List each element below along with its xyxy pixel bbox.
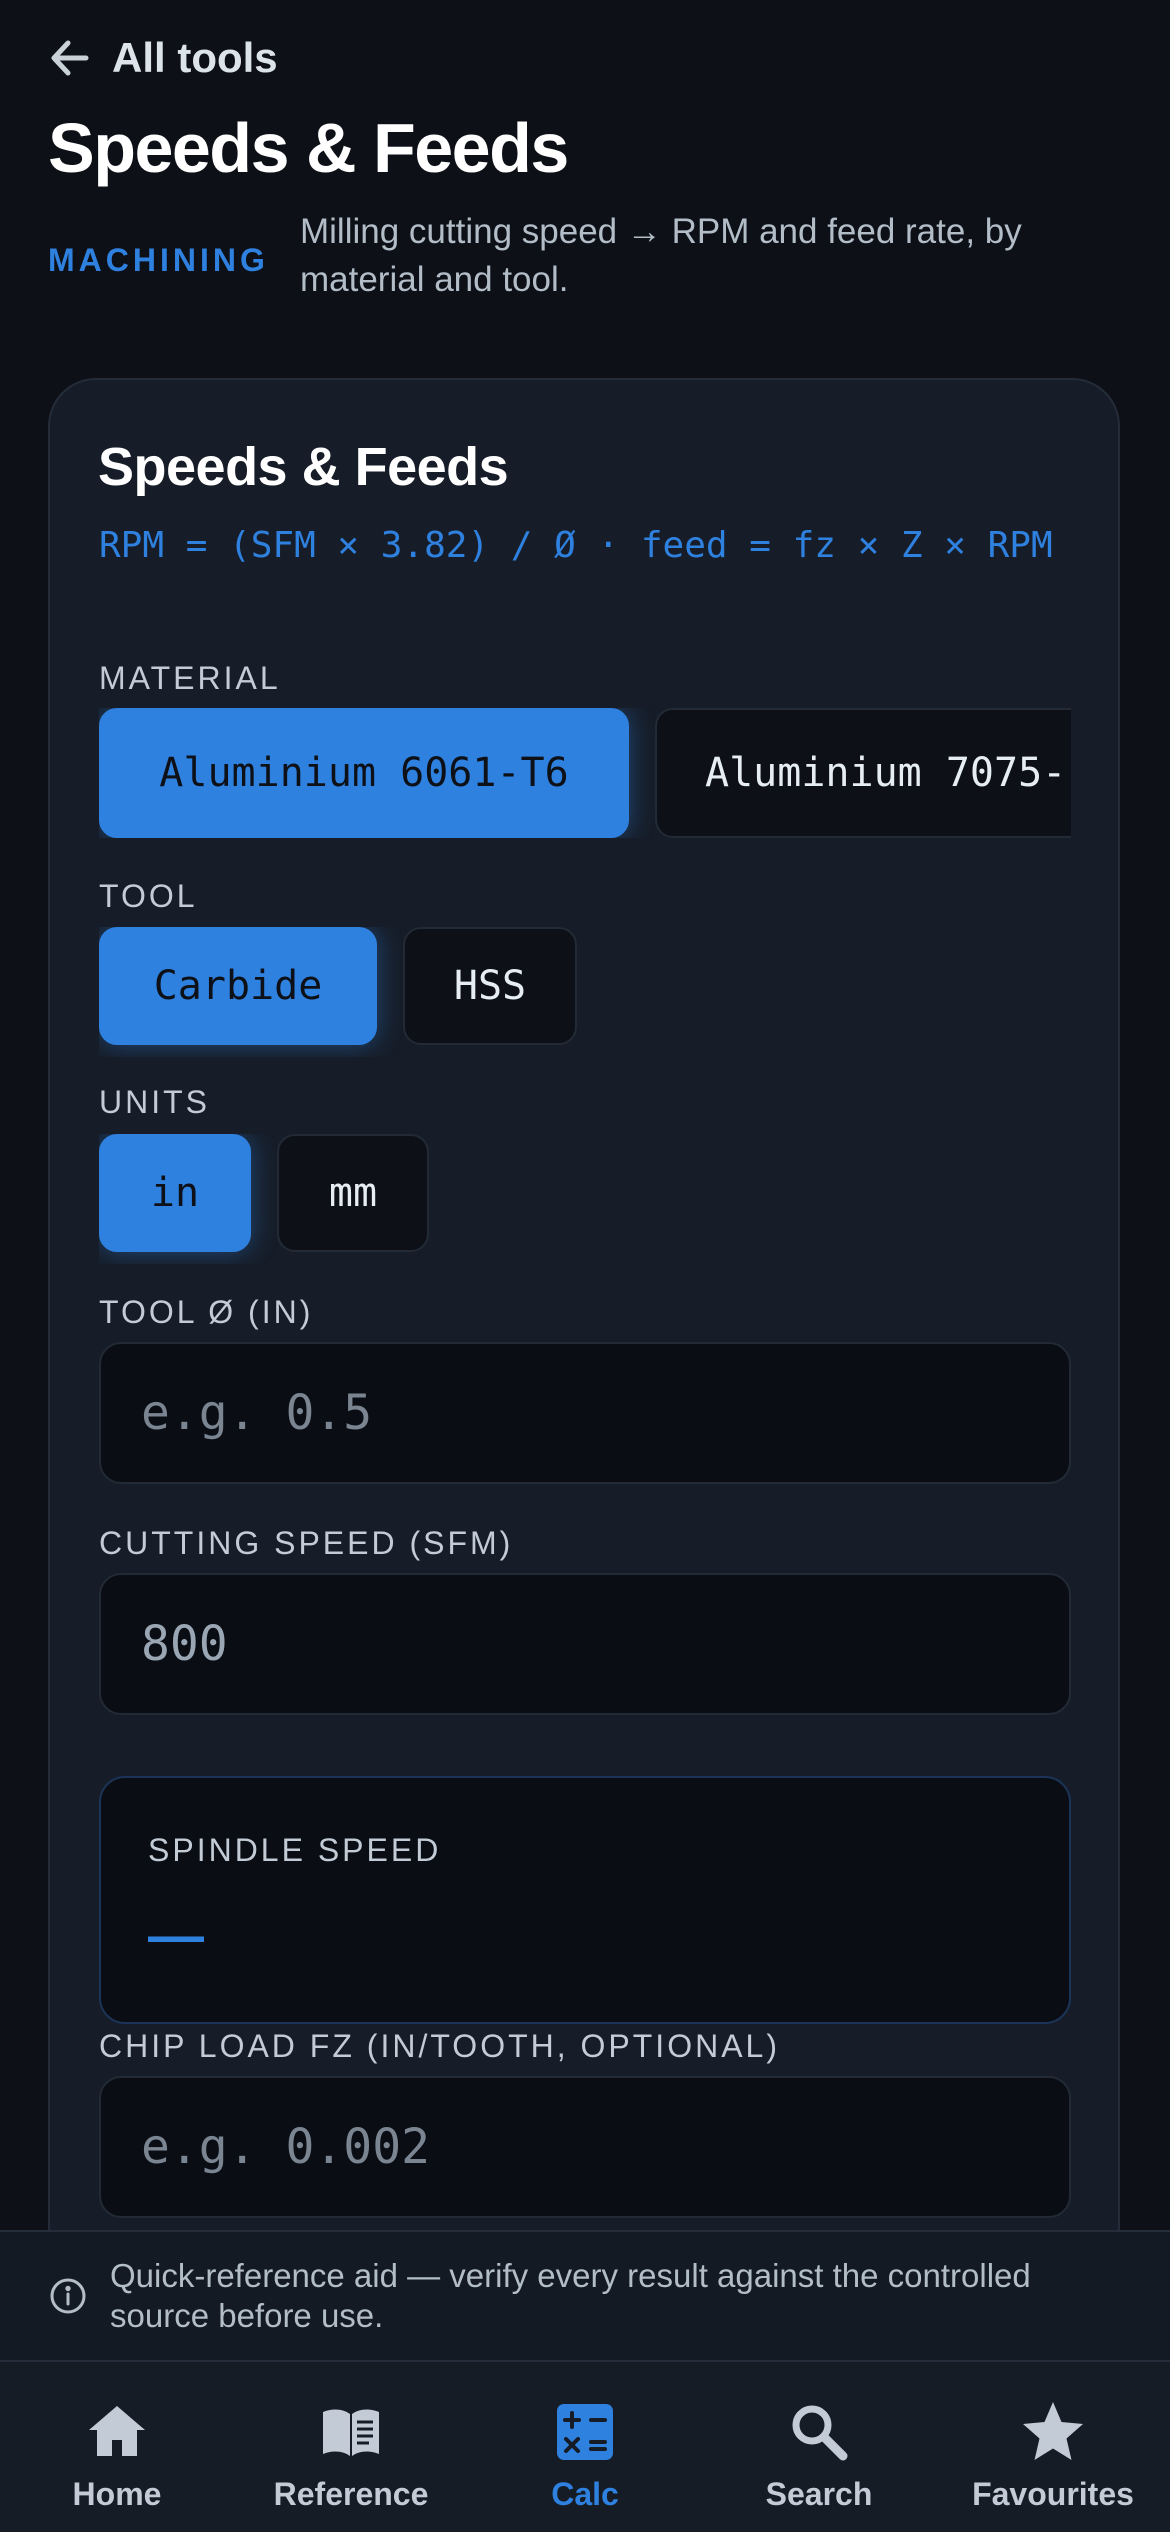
units-option-mm[interactable]: mm bbox=[277, 1134, 429, 1252]
info-icon bbox=[50, 2278, 86, 2314]
spindle-speed-label: SPINDLE SPEED bbox=[148, 1832, 442, 1868]
tab-search[interactable]: Search bbox=[702, 2398, 936, 2532]
disclaimer-text: Quick-reference aid — verify every resul… bbox=[110, 2257, 1031, 2334]
tool-options: Carbide HSS bbox=[99, 927, 577, 1057]
cutting-speed-label: CUTTING SPEED (SFM) bbox=[99, 1525, 514, 1561]
star-icon bbox=[1023, 2402, 1083, 2460]
back-link-label: All tools bbox=[112, 34, 278, 81]
back-link[interactable]: All tools bbox=[46, 28, 278, 88]
tool-diameter-label: TOOL Ø (IN) bbox=[99, 1294, 314, 1330]
calculator-icon bbox=[557, 2404, 613, 2460]
tool-label: TOOL bbox=[99, 878, 198, 914]
spindle-speed-value: — bbox=[148, 1903, 204, 1966]
category-badge: MACHINING bbox=[48, 242, 269, 278]
cutting-speed-input[interactable] bbox=[139, 1615, 1069, 1673]
cutting-speed-field-box bbox=[99, 1573, 1071, 1715]
units-option-in[interactable]: in bbox=[99, 1134, 251, 1252]
formula-text: RPM = (SFM × 3.82) / Ø · feed = fz × Z ×… bbox=[99, 525, 1053, 566]
tab-favourites[interactable]: Favourites bbox=[936, 2398, 1170, 2532]
tab-calc-label: Calc bbox=[551, 2476, 619, 2512]
arrow-left-icon bbox=[51, 40, 89, 76]
material-label: MATERIAL bbox=[99, 660, 281, 696]
tab-favourites-label: Favourites bbox=[972, 2476, 1134, 2512]
search-icon bbox=[792, 2405, 848, 2461]
spindle-speed-result bbox=[99, 1776, 1071, 2024]
material-options: Aluminium 6061-T6 Aluminium 7075- bbox=[99, 708, 1071, 838]
chip-load-label: CHIP LOAD FZ (IN/TOOTH, OPTIONAL) bbox=[99, 2028, 780, 2064]
tab-home-label: Home bbox=[72, 2476, 162, 2512]
tab-home[interactable]: Home bbox=[0, 2398, 234, 2532]
chip-load-input[interactable] bbox=[139, 2118, 1069, 2176]
book-icon bbox=[323, 2409, 379, 2456]
tool-option-carbide[interactable]: Carbide bbox=[99, 927, 377, 1045]
chip-load-field-box bbox=[99, 2076, 1071, 2218]
tab-reference[interactable]: Reference bbox=[234, 2398, 468, 2532]
page-subtitle: Milling cutting speed → RPM and feed rat… bbox=[300, 212, 1022, 299]
disclaimer-banner: Quick-reference aid — verify every resul… bbox=[0, 2230, 1170, 2360]
units-label: UNITS bbox=[99, 1084, 210, 1120]
material-option-aluminium-7075[interactable]: Aluminium 7075- bbox=[655, 708, 1071, 838]
tool-diameter-field-box bbox=[99, 1342, 1071, 1484]
tab-search-label: Search bbox=[765, 2476, 873, 2512]
home-icon bbox=[89, 2406, 145, 2456]
tab-reference-label: Reference bbox=[273, 2476, 429, 2512]
card-title: Speeds & Feeds bbox=[98, 437, 509, 497]
page-title: Speeds & Feeds bbox=[48, 109, 569, 187]
tab-bar: Home Reference Calc Search Favourites bbox=[0, 2360, 1170, 2532]
tool-diameter-input[interactable] bbox=[139, 1384, 1069, 1442]
material-option-aluminium-6061[interactable]: Aluminium 6061-T6 bbox=[99, 708, 629, 838]
tab-calc[interactable]: Calc bbox=[468, 2398, 702, 2532]
units-options: in mm bbox=[99, 1134, 429, 1264]
tool-option-hss[interactable]: HSS bbox=[403, 927, 577, 1045]
